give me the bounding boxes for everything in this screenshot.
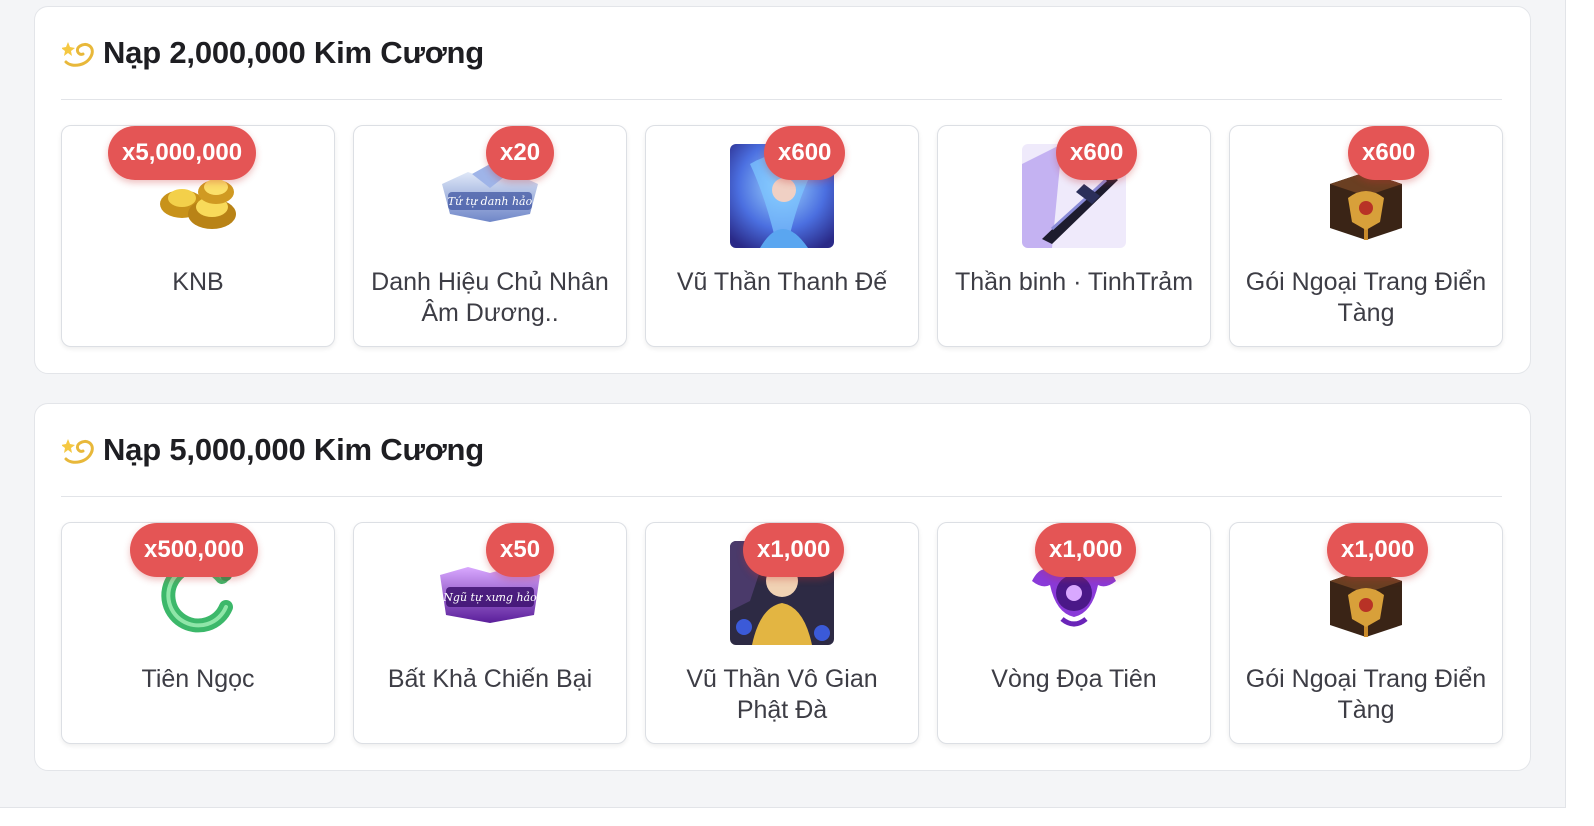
section-title: Nạp 5,000,000 Kim Cương: [103, 432, 485, 467]
item-name: Thần binh · TinhTrảm: [954, 268, 1194, 296]
reward-grid: x5,000,000 KNB Tứ tự danh hảo x20 Danh H…: [61, 125, 1503, 347]
banner-text: Ngũ tự xưng hảo: [442, 591, 537, 604]
quantity-badge: x20: [486, 126, 555, 180]
reward-grid: x500,000 Tiên Ngọc Ngũ tự xưng hảo x50 B…: [61, 522, 1503, 744]
reward-card[interactable]: x600 Vũ Thần Thanh Đế: [645, 125, 919, 347]
quantity-badge: x500,000: [130, 523, 259, 577]
item-name: Vòng Đọa Tiên: [991, 665, 1157, 693]
reward-card[interactable]: x1,000 Gói Ngoại Trang Điển Tàng: [1229, 522, 1503, 744]
banner-text: Tứ tự danh hảo: [448, 195, 533, 208]
reward-card[interactable]: x1,000 Vòng Đọa Tiên: [937, 522, 1211, 744]
item-name: Vũ Thần Vô Gian Phật Đà: [686, 665, 878, 724]
item-name: KNB: [172, 268, 224, 296]
reward-card[interactable]: x500,000 Tiên Ngọc: [61, 522, 335, 744]
quantity-badge: x600: [764, 126, 846, 180]
item-name: Tiên Ngọc: [141, 665, 255, 693]
reward-card[interactable]: x600 Gói Ngoại Trang Điển Tàng: [1229, 125, 1503, 347]
reward-card[interactable]: Tứ tự danh hảo x20 Danh Hiệu Chủ Nhân Âm…: [353, 125, 627, 347]
quantity-badge: x50: [486, 523, 555, 577]
item-name: Bất Khả Chiến Bại: [387, 665, 593, 693]
item-name: Vũ Thần Thanh Đế: [676, 268, 888, 296]
section-header: Nạp 5,000,000 Kim Cương: [61, 404, 1502, 497]
section-title: Nạp 2,000,000 Kim Cương: [103, 35, 485, 70]
item-name: Gói Ngoại Trang Điển Tàng: [1245, 665, 1487, 724]
quantity-badge: x1,000: [743, 523, 845, 577]
quantity-badge: x1,000: [1327, 523, 1429, 577]
reward-section: Nạp 5,000,000 Kim Cương x500,000 Tiên Ng…: [34, 403, 1531, 771]
reward-card[interactable]: x5,000,000 KNB: [61, 125, 335, 347]
item-name: Gói Ngoại Trang Điển Tàng: [1245, 268, 1487, 327]
quantity-badge: x5,000,000: [108, 126, 257, 180]
reward-section: Nạp 2,000,000 Kim Cương x5,000,000 KNB T…: [34, 6, 1531, 374]
dizzy-star-icon: [61, 432, 97, 468]
item-name: Danh Hiệu Chủ Nhân Âm Dương..: [371, 268, 609, 327]
quantity-badge: x600: [1056, 126, 1138, 180]
quantity-badge: x1,000: [1035, 523, 1137, 577]
dizzy-star-icon: [61, 35, 97, 71]
page-background: Nạp 2,000,000 Kim Cương x5,000,000 KNB T…: [0, 0, 1566, 808]
reward-card[interactable]: x600 Thần binh · TinhTrảm: [937, 125, 1211, 347]
section-header: Nạp 2,000,000 Kim Cương: [61, 7, 1502, 100]
quantity-badge: x600: [1348, 126, 1430, 180]
reward-card[interactable]: x1,000 Vũ Thần Vô Gian Phật Đà: [645, 522, 919, 744]
reward-card[interactable]: Ngũ tự xưng hảo x50 Bất Khả Chiến Bại: [353, 522, 627, 744]
